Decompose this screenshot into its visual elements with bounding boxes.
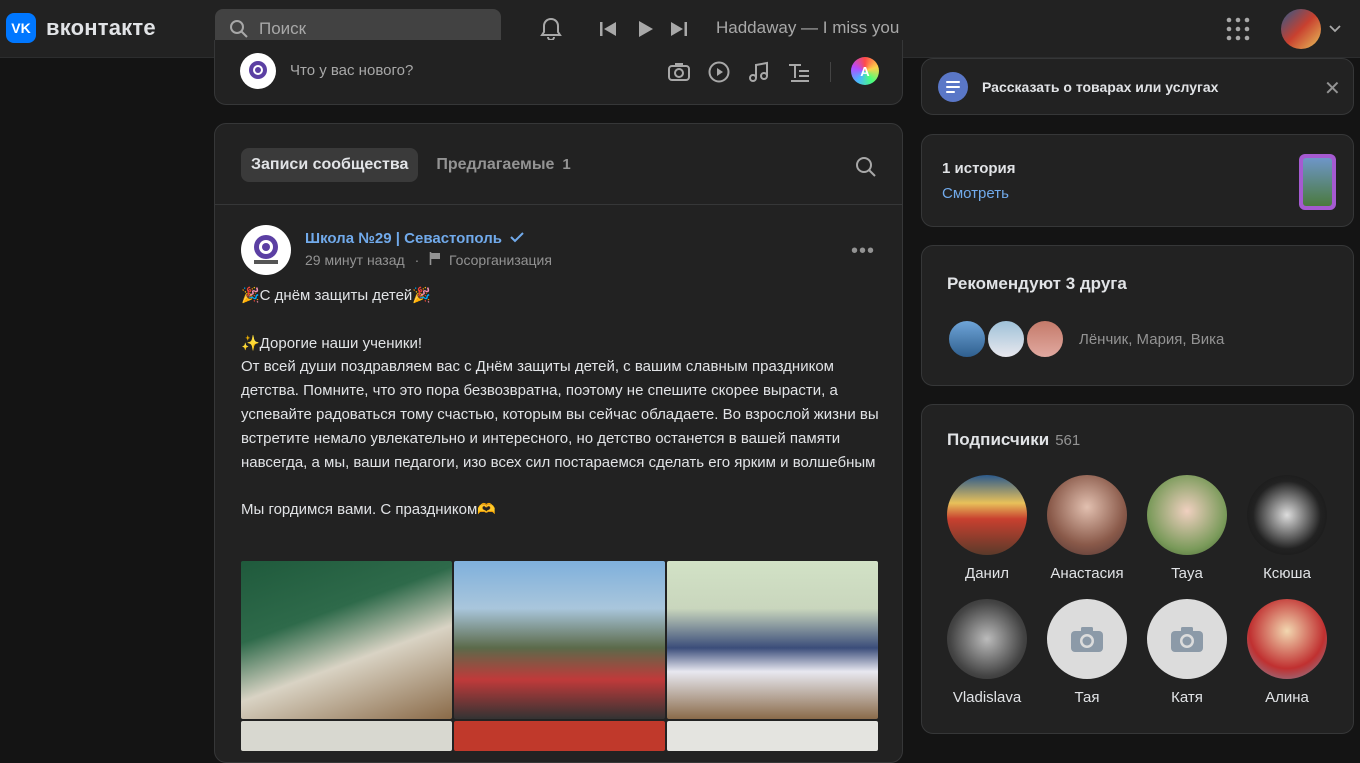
school-logo-icon	[254, 235, 278, 264]
subscribers-label: Подписчики	[947, 430, 1050, 449]
apps-grid-icon[interactable]	[1226, 17, 1250, 41]
post-spacer	[241, 308, 886, 332]
business-promo[interactable]: Рассказать о товарах или услугах ✕	[921, 58, 1354, 115]
meta-separator: ·	[414, 252, 420, 268]
post-photo[interactable]	[667, 561, 878, 719]
tab-suggested[interactable]: Предлагаемые 1	[436, 156, 570, 174]
story-thumbnail[interactable]	[1299, 154, 1336, 210]
vk-logo-text: вконтакте	[46, 15, 156, 40]
subscriber-name: Алина	[1265, 689, 1309, 706]
subscriber-name: Данил	[965, 565, 1009, 582]
list-icon	[938, 72, 968, 102]
verified-icon	[510, 232, 524, 243]
music-icon[interactable]	[747, 60, 771, 84]
post-line-closing: Мы гордимся вами. С праздником🫶	[241, 501, 496, 519]
toolbar-divider	[830, 62, 831, 82]
more-options-icon[interactable]: •••	[851, 240, 875, 263]
post-photo[interactable]	[454, 561, 665, 719]
post-line-greeting: ✨Дорогие наши ученики!	[241, 334, 423, 352]
play-icon[interactable]	[636, 20, 654, 38]
promo-text: Рассказать о товарах или услугах	[982, 79, 1219, 95]
video-icon[interactable]	[707, 60, 731, 84]
camera-placeholder-icon	[1147, 599, 1227, 679]
flag-icon	[429, 252, 441, 265]
subscriber-item[interactable]: Алина	[1237, 599, 1337, 706]
subscriber-name: Taya	[1171, 565, 1203, 582]
subscriber-name: Vladislava	[952, 689, 1022, 706]
search-icon	[230, 19, 248, 38]
post-spacer	[241, 474, 886, 498]
subscriber-item[interactable]: Данил	[937, 475, 1037, 582]
friend-avatar[interactable]	[947, 319, 987, 359]
post-author[interactable]: Школа №29 | Севастополь	[305, 230, 524, 247]
post-photo[interactable]	[241, 721, 452, 751]
post-time[interactable]: 29 минут назад	[305, 252, 405, 268]
subscriber-avatar	[1047, 475, 1127, 555]
subscriber-avatar	[1247, 599, 1327, 679]
post-line-title: 🎉С днём защиты детей🎉	[241, 287, 431, 304]
post-photo[interactable]	[454, 721, 665, 751]
subscriber-name: Тая	[1074, 689, 1100, 706]
feed-tabs: Записи сообщества Предлагаемые 1	[241, 148, 571, 182]
post-meta: 29 минут назад · Госорганизация	[305, 252, 552, 268]
composer-placeholder: Что у вас нового?	[290, 62, 414, 79]
tab-community-posts[interactable]: Записи сообщества	[241, 148, 419, 182]
friend-avatar[interactable]	[986, 319, 1026, 359]
subscriber-item[interactable]: Vladislava	[937, 599, 1037, 706]
subscriber-name: Катя	[1171, 689, 1203, 706]
post-paragraph: От всей души поздравляем вас с Днём защи…	[241, 358, 879, 471]
previous-track-icon[interactable]	[599, 20, 617, 38]
friends-title: Рекомендуют 3 друга	[947, 274, 1127, 293]
post-composer[interactable]: Что у вас нового? A	[214, 40, 903, 105]
community-feed: Записи сообщества Предлагаемые 1 Школа №2…	[214, 123, 903, 763]
tab-suggested-label: Предлагаемые	[436, 156, 555, 173]
close-icon[interactable]: ✕	[1324, 76, 1341, 101]
post-author-name: Школа №29 | Севастополь	[305, 230, 502, 247]
subscriber-item[interactable]: Анастасия	[1037, 475, 1137, 582]
friend-avatar[interactable]	[1025, 319, 1065, 359]
subscriber-item[interactable]: Taya	[1137, 475, 1237, 582]
stories-view-link[interactable]: Смотреть	[942, 185, 1009, 202]
search-posts-icon[interactable]	[855, 156, 877, 178]
poster-color-icon[interactable]: A	[851, 57, 879, 85]
subscriber-item[interactable]: Тая	[1037, 599, 1137, 706]
feed-divider	[215, 204, 902, 205]
article-icon[interactable]	[787, 60, 811, 84]
subscriber-avatar	[947, 599, 1027, 679]
post-photo[interactable]	[667, 721, 878, 751]
subscriber-avatar	[1147, 475, 1227, 555]
subscribers-card: Подписчики 561 Данил Анастасия Taya Ксюша…	[921, 404, 1354, 734]
post-category: Госорганизация	[449, 252, 552, 268]
community-avatar	[240, 53, 276, 89]
vk-logo[interactable]: VK вконтакте	[6, 13, 156, 43]
subscriber-avatar	[947, 475, 1027, 555]
post-photo[interactable]	[241, 561, 452, 719]
chevron-down-icon[interactable]	[1329, 24, 1341, 34]
subscriber-item[interactable]: Катя	[1137, 599, 1237, 706]
post-author-avatar[interactable]	[241, 225, 291, 275]
post-text: 🎉С днём защиты детей🎉 ✨Дорогие наши учен…	[241, 284, 886, 522]
subscribers-title[interactable]: Подписчики 561	[947, 430, 1080, 450]
subscriber-item[interactable]: Ксюша	[1237, 475, 1337, 582]
tab-suggested-count: 1	[562, 156, 571, 173]
camera-icon[interactable]	[667, 60, 691, 84]
camera-placeholder-icon	[1047, 599, 1127, 679]
subscriber-avatar	[1247, 475, 1327, 555]
stories-title: 1 история	[942, 160, 1016, 177]
subscriber-name: Анастасия	[1050, 565, 1124, 582]
next-track-icon[interactable]	[670, 20, 688, 38]
bell-icon[interactable]	[538, 16, 564, 42]
subscriber-name: Ксюша	[1263, 565, 1311, 582]
profile-avatar[interactable]	[1281, 9, 1321, 49]
search-placeholder: Поиск	[259, 18, 307, 38]
school-logo-icon	[249, 61, 267, 79]
subscribers-count: 561	[1055, 432, 1081, 449]
friends-recommend-card: Рекомендуют 3 друга Лёнчик, Мария, Вика	[921, 245, 1354, 386]
vk-logo-icon: VK	[6, 13, 36, 43]
stories-card[interactable]: 1 история Смотреть	[921, 134, 1354, 227]
now-playing-track[interactable]: Haddaway — I miss you	[716, 18, 899, 38]
friends-names: Лёнчик, Мария, Вика	[1079, 331, 1225, 348]
